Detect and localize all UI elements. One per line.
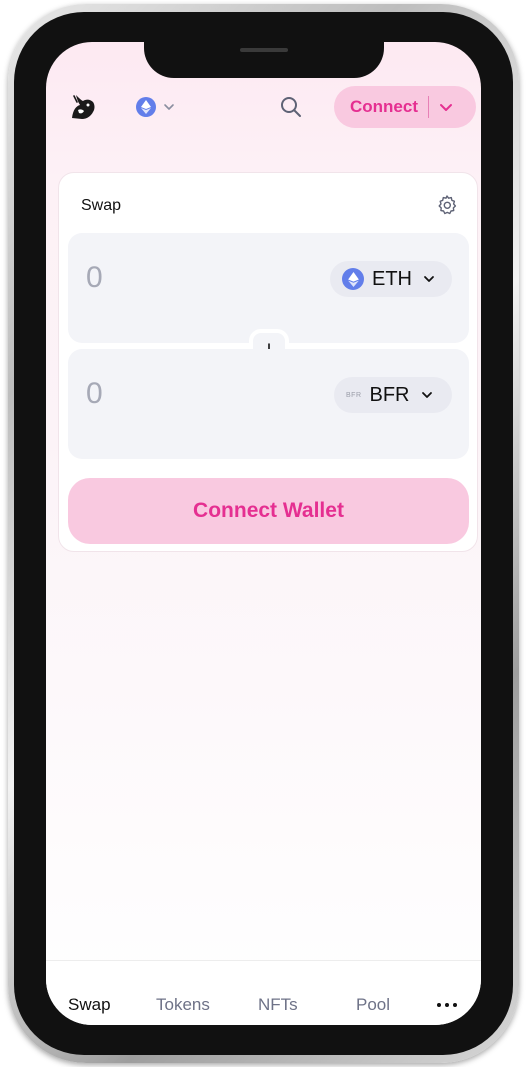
bfr-token-icon: BFR bbox=[346, 391, 362, 399]
search-icon[interactable] bbox=[278, 94, 304, 120]
connect-button[interactable]: Connect bbox=[334, 86, 476, 128]
speaker-grille bbox=[240, 48, 288, 52]
chevron-down-icon bbox=[424, 276, 434, 282]
phone-notch bbox=[144, 42, 384, 78]
connect-button-label: Connect bbox=[350, 97, 418, 116]
more-dots-icon[interactable] bbox=[432, 999, 462, 1011]
chevron-down-icon[interactable] bbox=[437, 98, 455, 116]
chevron-down-icon bbox=[421, 392, 432, 398]
bottom-nav-bar: Swap Tokens NFTs Pool bbox=[46, 960, 481, 1025]
unicorn-logo-icon[interactable] bbox=[68, 92, 98, 122]
ethereum-icon bbox=[342, 268, 364, 290]
input-amount[interactable]: 0 bbox=[86, 261, 103, 295]
chevron-down-icon bbox=[164, 104, 174, 110]
ethereum-icon bbox=[136, 97, 156, 117]
output-token-selector[interactable]: BFR BFR bbox=[334, 377, 452, 413]
gear-icon[interactable] bbox=[435, 193, 459, 217]
nav-item-nfts[interactable]: NFTs bbox=[258, 995, 298, 1015]
connect-wallet-button[interactable]: Connect Wallet bbox=[68, 478, 469, 544]
swap-card: Swap 0 ETH 0 BFR BFR Connect Wallet bbox=[58, 172, 478, 552]
input-token-symbol: ETH bbox=[372, 267, 412, 290]
output-amount[interactable]: 0 bbox=[86, 377, 103, 411]
output-token-symbol: BFR bbox=[369, 383, 410, 406]
output-token-panel[interactable]: 0 BFR BFR bbox=[68, 349, 469, 459]
nav-item-pool[interactable]: Pool bbox=[356, 995, 390, 1015]
nav-item-swap[interactable]: Swap bbox=[68, 995, 111, 1015]
input-token-selector[interactable]: ETH bbox=[330, 261, 452, 297]
nav-item-tokens[interactable]: Tokens bbox=[156, 995, 210, 1015]
connect-divider bbox=[428, 96, 429, 118]
top-nav-bar: Connect bbox=[46, 84, 481, 128]
input-token-panel[interactable]: 0 ETH bbox=[68, 233, 469, 343]
swap-title: Swap bbox=[81, 197, 122, 214]
network-selector[interactable] bbox=[136, 96, 176, 118]
app-screen: Connect Swap 0 ETH 0 BFR BFR Connect Wal… bbox=[46, 42, 481, 1025]
